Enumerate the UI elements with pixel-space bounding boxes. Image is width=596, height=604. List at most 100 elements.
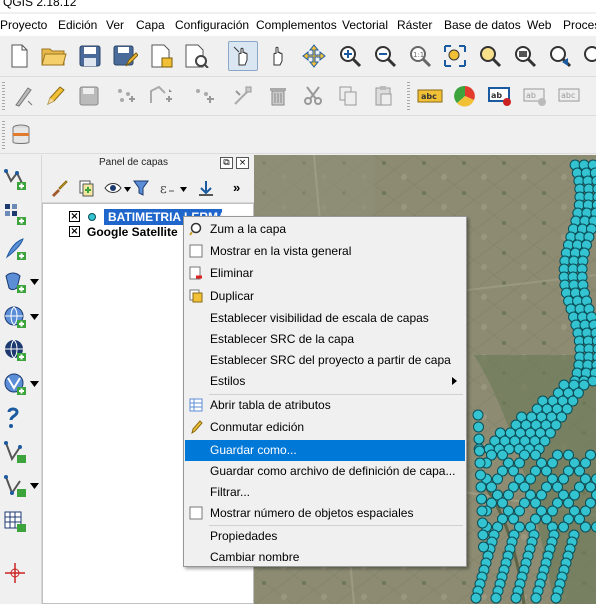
chevron-down-icon[interactable] — [30, 279, 39, 285]
menu-raster[interactable]: Ráster — [397, 18, 432, 32]
menu-item-toggle-editing[interactable]: Conmutar edición — [185, 417, 465, 438]
toolbar-grip[interactable] — [2, 121, 5, 149]
zoom-last-icon[interactable] — [545, 41, 575, 71]
database-icon[interactable] — [6, 120, 36, 150]
menu-configuracion[interactable]: Configuración — [175, 18, 249, 32]
chevron-down-icon[interactable] — [180, 187, 187, 192]
add-wms-layer-icon[interactable] — [0, 303, 30, 331]
menu-item-set-scale-visibility[interactable]: Establecer visibilidad de escala de capa… — [185, 308, 465, 329]
menu-item-label: Filtrar... — [210, 485, 251, 499]
float-panel-button[interactable]: ⧉ — [220, 157, 233, 169]
save-project-icon[interactable] — [75, 41, 105, 71]
composer-manager-icon[interactable] — [181, 41, 211, 71]
new-spatialite-layer-icon[interactable] — [0, 472, 30, 500]
left-toolbar — [0, 155, 42, 604]
menu-item-label: Guardar como... — [210, 443, 297, 457]
toolbar-grip[interactable] — [407, 82, 410, 112]
diagram-icon[interactable] — [450, 81, 480, 111]
menu-capa[interactable]: Capa — [136, 18, 165, 32]
menu-item-show-feature-count[interactable]: Mostrar número de objetos espaciales — [185, 503, 465, 524]
zoom-next-icon[interactable] — [577, 41, 596, 71]
add-point-icon[interactable] — [110, 81, 140, 111]
checkbox-icon[interactable] — [189, 506, 203, 520]
layer-visibility-checkbox[interactable]: × — [69, 211, 80, 222]
checkbox-icon[interactable] — [189, 244, 203, 258]
menu-item-properties[interactable]: Propiedades — [185, 526, 465, 547]
cut-features-icon[interactable] — [298, 81, 328, 111]
chevron-down-icon[interactable] — [124, 187, 131, 192]
menu-item-filter[interactable]: Filtrar... — [185, 482, 465, 503]
toggle-editing-icon[interactable] — [40, 81, 70, 111]
menu-item-label: Abrir tabla de atributos — [210, 398, 331, 412]
zoom-to-layer-icon[interactable] — [510, 41, 540, 71]
menu-item-duplicate[interactable]: Duplicar — [185, 286, 465, 307]
zoom-native-resolution-icon[interactable]: 1:1 — [405, 41, 435, 71]
node-tool-icon[interactable] — [228, 81, 258, 111]
show-hide-labels-icon[interactable]: ab — [520, 81, 550, 111]
layer-visibility-checkbox[interactable]: × — [69, 226, 80, 237]
new-print-composer-icon[interactable] — [146, 41, 176, 71]
menu-item-set-project-crs[interactable]: Establecer SRC del proyecto a partir de … — [185, 350, 465, 371]
menu-procesos[interactable]: Proces — [563, 18, 596, 32]
open-project-icon[interactable] — [39, 41, 69, 71]
labeling-icon[interactable]: abc — [415, 81, 445, 111]
close-panel-button[interactable]: × — [236, 157, 249, 169]
menu-item-remove[interactable]: Eliminar — [185, 263, 465, 284]
add-wcs-layer-icon[interactable] — [0, 336, 30, 364]
add-spatialite-layer-icon[interactable] — [0, 235, 30, 263]
highlight-pin-label-icon[interactable]: ab — [485, 81, 515, 111]
menu-complementos[interactable]: Complementos — [256, 18, 337, 32]
menu-item-save-as[interactable]: Guardar como... — [185, 440, 465, 461]
menu-item-zoom-to-layer[interactable]: Zum a la capa — [185, 219, 465, 240]
gps-tool-icon[interactable] — [0, 559, 30, 587]
menu-item-show-in-overview[interactable]: Mostrar en la vista general — [185, 241, 465, 262]
manage-visibility-icon[interactable] — [104, 179, 122, 197]
menu-proyecto[interactable]: Proyecto — [0, 18, 47, 32]
add-group-icon[interactable] — [77, 179, 95, 197]
zoom-to-selection-icon[interactable] — [475, 41, 505, 71]
pan-to-selection-icon[interactable] — [264, 41, 294, 71]
delete-selected-icon[interactable] — [263, 81, 293, 111]
menu-vectorial[interactable]: Vectorial — [342, 18, 388, 32]
menu-item-open-attribute-table[interactable]: Abrir tabla de atributos — [185, 395, 465, 416]
chevron-down-icon[interactable] — [30, 314, 39, 320]
menu-item-styles[interactable]: Estilos — [185, 371, 465, 392]
more-tools-button[interactable]: » — [233, 180, 240, 195]
new-virtual-layer-icon[interactable] — [0, 507, 30, 535]
chevron-down-icon[interactable] — [30, 483, 39, 489]
zoom-full-icon[interactable] — [440, 41, 470, 71]
filter-legend-icon[interactable] — [132, 179, 150, 197]
zoom-out-icon[interactable] — [370, 41, 400, 71]
map-point — [490, 592, 502, 604]
menu-web[interactable]: Web — [527, 18, 551, 32]
menu-edicion[interactable]: Edición — [58, 18, 97, 32]
menu-base-de-datos[interactable]: Base de datos — [444, 18, 521, 32]
add-wfs-layer-icon[interactable] — [0, 370, 30, 398]
save-as-project-icon[interactable] — [110, 41, 140, 71]
paste-features-icon[interactable] — [368, 81, 398, 111]
zoom-in-icon[interactable] — [335, 41, 365, 71]
add-mssql-layer-icon[interactable] — [0, 268, 30, 296]
expand-all-icon[interactable] — [197, 179, 215, 197]
add-line-icon[interactable] — [146, 81, 176, 111]
pan-arrows-icon[interactable] — [299, 41, 329, 71]
new-project-icon[interactable] — [4, 41, 34, 71]
menu-item-rename[interactable]: Cambiar nombre — [185, 547, 465, 568]
pan-map-icon[interactable] — [228, 41, 258, 71]
open-styling-icon[interactable] — [50, 179, 68, 197]
copy-features-icon[interactable] — [333, 81, 363, 111]
toolbar-grip[interactable] — [2, 82, 5, 112]
move-feature-icon[interactable] — [189, 81, 219, 111]
menu-item-save-as-layer-definition[interactable]: Guardar como archivo de definición de ca… — [185, 461, 465, 482]
add-vector-layer-icon[interactable] — [0, 165, 30, 193]
add-raster-layer-icon[interactable] — [0, 200, 30, 228]
add-delimited-text-icon[interactable] — [0, 404, 30, 432]
move-label-icon[interactable]: abc — [555, 81, 585, 111]
current-edits-icon[interactable] — [8, 81, 38, 111]
new-shapefile-layer-icon[interactable] — [0, 438, 30, 466]
chevron-down-icon[interactable] — [30, 381, 39, 387]
menu-ver[interactable]: Ver — [106, 18, 124, 32]
menu-item-set-layer-crs[interactable]: Establecer SRC de la capa — [185, 329, 465, 350]
filter-by-expression-icon[interactable]: ε — [158, 179, 176, 197]
save-layer-edits-icon[interactable] — [74, 81, 104, 111]
